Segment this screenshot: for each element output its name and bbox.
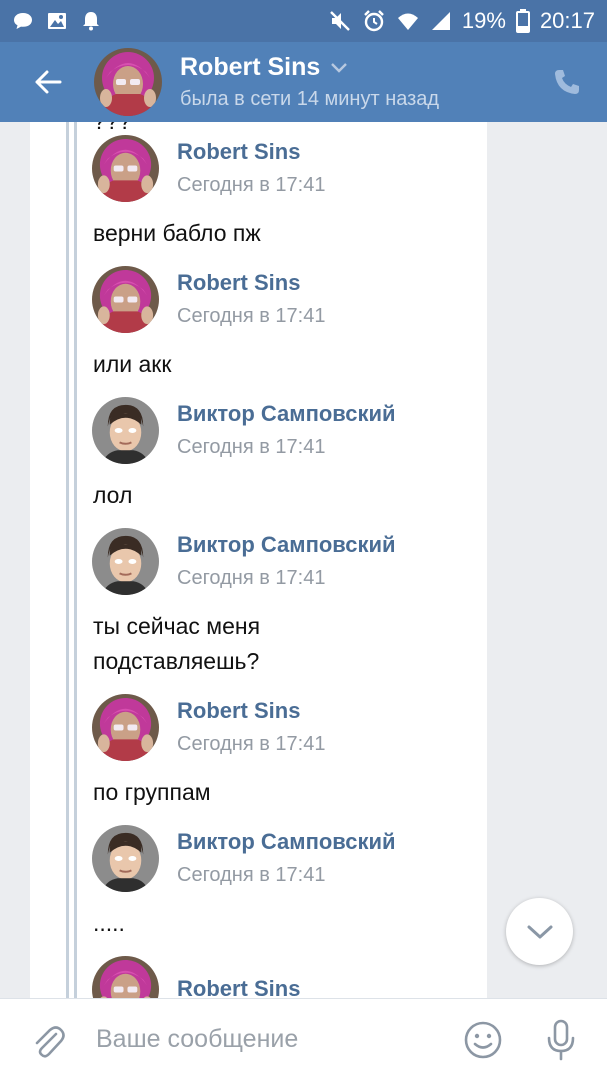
attach-button[interactable]: [0, 999, 96, 1080]
emoji-button[interactable]: [458, 1015, 508, 1065]
author-name[interactable]: Виктор Самповский: [177, 829, 396, 855]
arrow-left-icon: [35, 70, 62, 94]
battery-percent: 19%: [461, 8, 506, 33]
bell-icon: [80, 10, 102, 32]
message-text: или акк: [93, 351, 172, 377]
system-indicators: 19% 20:17: [328, 8, 595, 34]
message-composer: [0, 998, 607, 1080]
mute-icon: [328, 9, 352, 33]
author-name[interactable]: Robert Sins: [177, 270, 325, 296]
contact-info[interactable]: Robert Sins была в сети 14 минут назад: [180, 53, 439, 111]
message-text: верни бабло пж: [93, 220, 261, 246]
call-button[interactable]: [527, 42, 607, 122]
message-header: Виктор Самповский Сегодня в 17:41: [92, 824, 396, 892]
message-header: Robert Sins: [92, 955, 300, 998]
voice-message-button[interactable]: [536, 1015, 586, 1065]
author-name[interactable]: Виктор Самповский: [177, 401, 396, 427]
avatar[interactable]: [92, 266, 159, 333]
message-text: ты сейчас меня подставляешь?: [93, 609, 493, 679]
chevron-down-icon: [331, 62, 348, 73]
forward-indicator-line: [66, 122, 69, 998]
message-text: по группам: [93, 779, 211, 805]
avatar[interactable]: [92, 825, 159, 892]
image-icon: [46, 10, 68, 32]
forward-indicator-line: [74, 122, 77, 998]
microphone-icon: [547, 1019, 575, 1060]
message-header: Robert Sins Сегодня в 17:41: [92, 265, 325, 333]
message-text: .....: [93, 910, 125, 936]
paperclip-icon: [35, 1025, 65, 1058]
message-time: Сегодня в 17:41: [177, 567, 326, 589]
message-time: Сегодня в 17:41: [177, 436, 326, 458]
battery-icon: [515, 9, 530, 33]
author-name[interactable]: Виктор Самповский: [177, 532, 396, 558]
message-header: Robert Sins Сегодня в 17:41: [92, 693, 325, 761]
clock: 20:17: [539, 8, 595, 33]
alarm-icon: [362, 9, 386, 33]
avatar[interactable]: [92, 956, 159, 999]
message-time: Сегодня в 17:41: [177, 305, 326, 327]
message-input[interactable]: [96, 1014, 446, 1065]
contact-status: была в сети 14 минут назад: [180, 88, 440, 110]
message-text-line: ты сейчас меня: [93, 613, 261, 639]
forwarded-messages-bubble[interactable]: ??? Robert Sins Сегодня в 17:41 верни ба…: [30, 122, 487, 998]
message-header: Robert Sins Сегодня в 17:41: [92, 134, 325, 202]
notification-icons: [12, 10, 102, 32]
contact-name: Robert Sins: [180, 53, 321, 81]
scroll-down-button[interactable]: [506, 898, 573, 965]
signal-icon: [430, 10, 452, 32]
author-name[interactable]: Robert Sins: [177, 976, 300, 998]
avatar[interactable]: [92, 397, 159, 464]
message-list[interactable]: ??? Robert Sins Сегодня в 17:41 верни ба…: [0, 122, 607, 998]
message-time: Сегодня в 17:41: [177, 733, 326, 755]
phone-icon: [555, 70, 579, 94]
message-text: лол: [93, 482, 133, 508]
chat-header: Robert Sins была в сети 14 минут назад: [0, 42, 607, 122]
author-name[interactable]: Robert Sins: [177, 698, 325, 724]
chat-bubble-icon: [12, 10, 34, 32]
avatar[interactable]: [92, 135, 159, 202]
back-button[interactable]: [0, 42, 96, 122]
message-header: Виктор Самповский Сегодня в 17:41: [92, 396, 396, 464]
chevron-down-icon: [527, 925, 552, 938]
author-name[interactable]: Robert Sins: [177, 139, 325, 165]
smiley-icon: [464, 1021, 502, 1058]
message-text-line: подставляешь?: [93, 648, 260, 674]
avatar[interactable]: [92, 528, 159, 595]
message-time: Сегодня в 17:41: [177, 174, 326, 196]
message-header: Виктор Самповский Сегодня в 17:41: [92, 527, 396, 595]
status-bar: 19% 20:17: [0, 0, 607, 42]
message-time: Сегодня в 17:41: [177, 864, 326, 886]
header-avatar[interactable]: [94, 48, 162, 116]
avatar[interactable]: [92, 694, 159, 761]
wifi-icon: [396, 9, 420, 33]
